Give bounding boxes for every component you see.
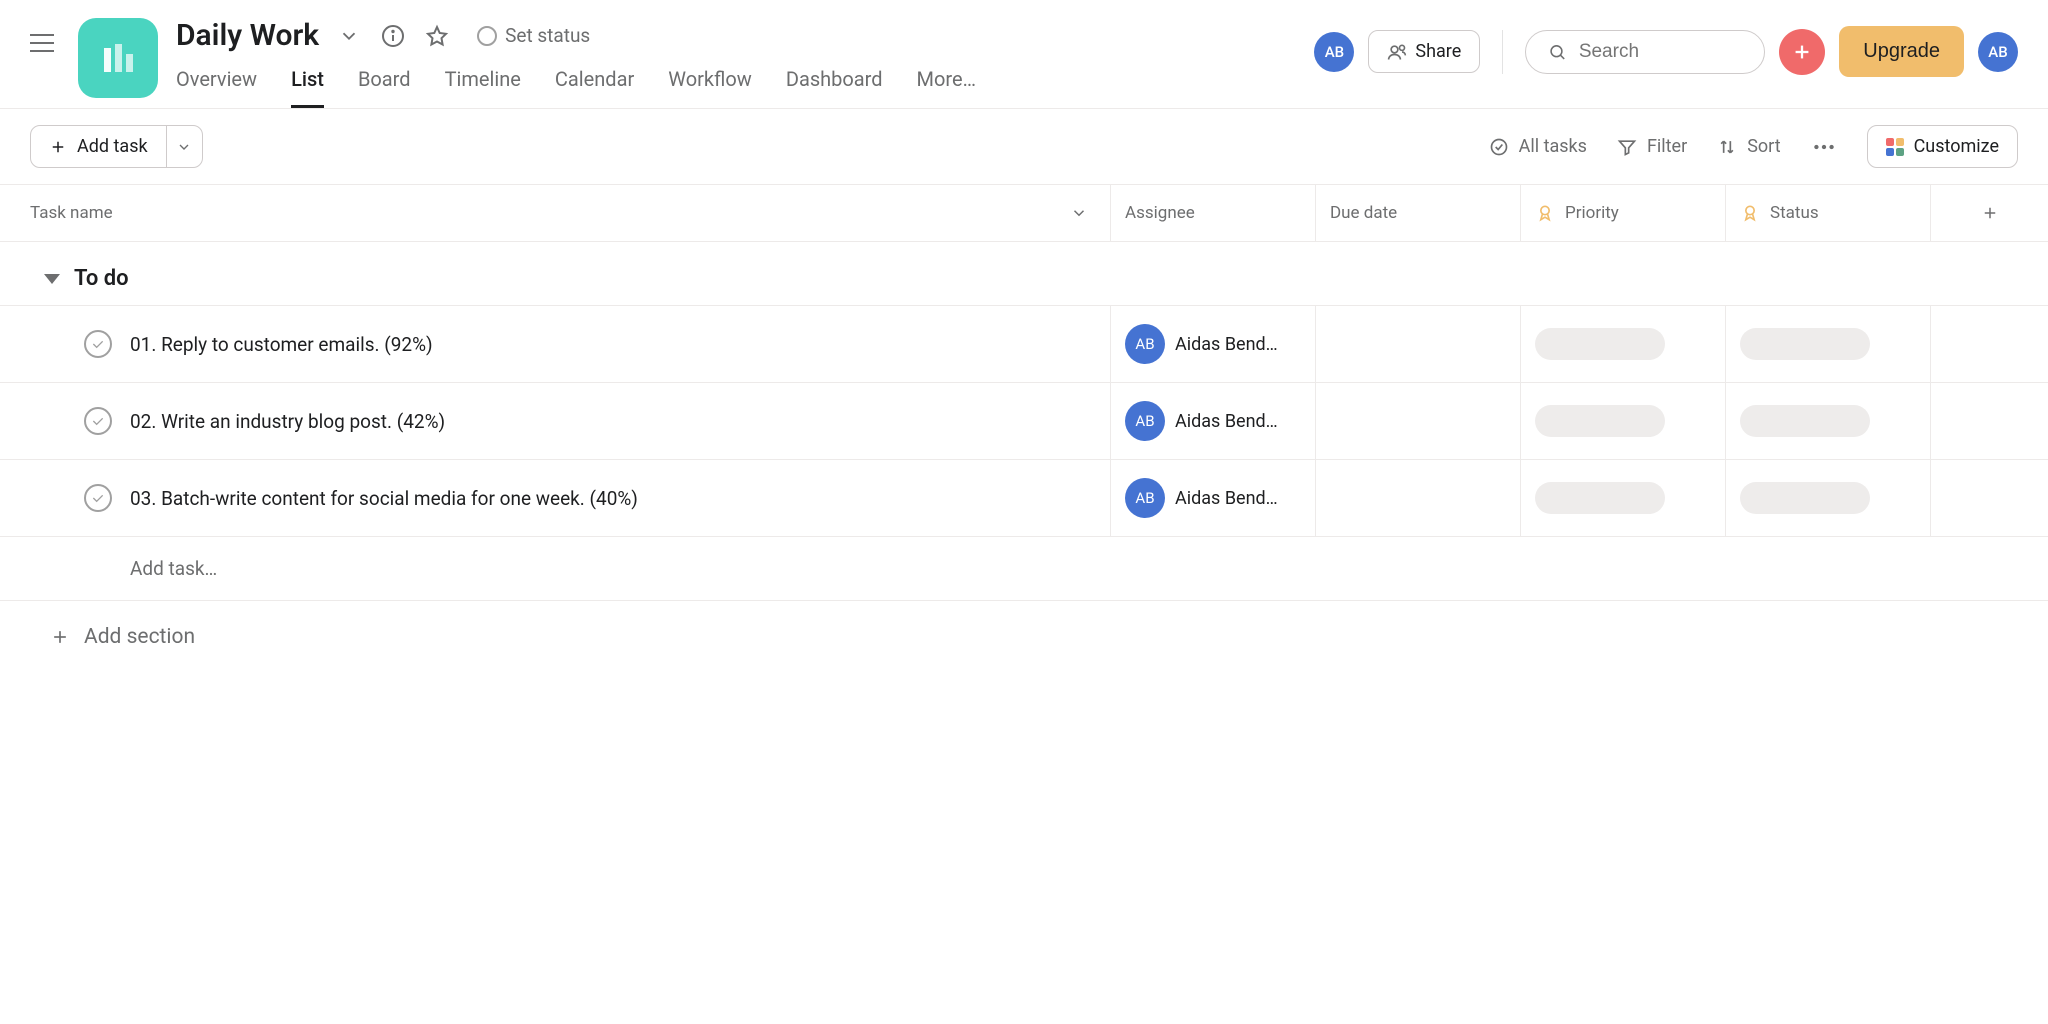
user-avatar[interactable]: AB	[1978, 32, 2018, 72]
table-row[interactable]: 02. Write an industry blog post. (42%) A…	[0, 382, 2048, 459]
column-priority[interactable]: Priority	[1520, 185, 1725, 241]
tab-workflow[interactable]: Workflow	[668, 67, 752, 108]
divider	[1502, 30, 1503, 74]
check-circle-icon	[1489, 137, 1509, 157]
set-status-label: Set status	[505, 24, 590, 47]
assignee-avatar: AB	[1125, 324, 1165, 364]
column-status[interactable]: Status	[1725, 185, 1930, 241]
chevron-down-icon	[1070, 204, 1088, 222]
add-task-caret[interactable]	[166, 126, 202, 167]
status-cell[interactable]	[1725, 460, 1930, 536]
status-pill	[1740, 482, 1870, 514]
add-column-button[interactable]	[1930, 185, 2048, 241]
dots-icon	[1811, 134, 1837, 160]
section-title[interactable]: To do	[74, 266, 129, 291]
priority-pill	[1535, 482, 1665, 514]
upgrade-button[interactable]: Upgrade	[1839, 26, 1964, 77]
priority-cell[interactable]	[1520, 460, 1725, 536]
plus-icon	[50, 627, 70, 647]
due-date-cell[interactable]	[1315, 306, 1520, 382]
tab-more[interactable]: More…	[917, 67, 976, 108]
status-pill	[1740, 328, 1870, 360]
all-tasks-filter[interactable]: All tasks	[1489, 136, 1587, 157]
info-icon[interactable]	[379, 22, 407, 50]
task-name: 01. Reply to customer emails. (92%)	[130, 333, 433, 356]
task-name: 02. Write an industry blog post. (42%)	[130, 410, 445, 433]
add-section-button[interactable]: Add section	[0, 601, 2048, 673]
complete-toggle[interactable]	[84, 484, 112, 512]
priority-pill	[1535, 405, 1665, 437]
all-tasks-label: All tasks	[1519, 136, 1587, 157]
member-avatar[interactable]: AB	[1314, 32, 1354, 72]
tab-dashboard[interactable]: Dashboard	[786, 67, 883, 108]
tab-calendar[interactable]: Calendar	[555, 67, 634, 108]
filter-label: Filter	[1647, 136, 1687, 157]
customize-icon	[1886, 138, 1904, 156]
add-task-button[interactable]: Add task	[30, 125, 203, 168]
global-add-button[interactable]	[1779, 29, 1825, 75]
share-label: Share	[1415, 41, 1461, 62]
complete-toggle[interactable]	[84, 407, 112, 435]
search-input[interactable]	[1579, 41, 1742, 63]
priority-pill	[1535, 328, 1665, 360]
assignee-avatar: AB	[1125, 401, 1165, 441]
add-task-inline[interactable]: Add task…	[0, 537, 2048, 601]
assignee-cell[interactable]: AB Aidas Bend…	[1110, 383, 1315, 459]
row-extra-cell	[1930, 306, 2048, 382]
tab-overview[interactable]: Overview	[176, 67, 257, 108]
assignee-name: Aidas Bend…	[1175, 411, 1278, 432]
medal-icon	[1535, 203, 1555, 223]
customize-button[interactable]: Customize	[1867, 125, 2018, 168]
add-task-label: Add task	[77, 136, 148, 157]
assignee-name: Aidas Bend…	[1175, 334, 1278, 355]
assignee-cell[interactable]: AB Aidas Bend…	[1110, 306, 1315, 382]
set-status-button[interactable]: Set status	[477, 24, 590, 47]
assignee-name: Aidas Bend…	[1175, 488, 1278, 509]
status-pill	[1740, 405, 1870, 437]
task-name: 03. Batch-write content for social media…	[130, 487, 638, 510]
row-extra-cell	[1930, 383, 2048, 459]
due-date-cell[interactable]	[1315, 383, 1520, 459]
assignee-cell[interactable]: AB Aidas Bend…	[1110, 460, 1315, 536]
priority-cell[interactable]	[1520, 306, 1725, 382]
project-icon	[78, 18, 158, 98]
column-assignee[interactable]: Assignee	[1110, 185, 1315, 241]
assignee-avatar: AB	[1125, 478, 1165, 518]
sort-icon	[1717, 137, 1737, 157]
project-menu-chevron[interactable]	[335, 22, 363, 50]
priority-cell[interactable]	[1520, 383, 1725, 459]
filter-button[interactable]: Filter	[1617, 136, 1687, 157]
add-section-label: Add section	[84, 625, 195, 649]
tab-board[interactable]: Board	[358, 67, 411, 108]
project-title: Daily Work	[176, 18, 319, 53]
tab-timeline[interactable]: Timeline	[445, 67, 521, 108]
search-icon	[1548, 41, 1567, 63]
filter-icon	[1617, 137, 1637, 157]
star-icon[interactable]	[423, 22, 451, 50]
medal-icon	[1740, 203, 1760, 223]
status-circle-icon	[477, 26, 497, 46]
share-button[interactable]: Share	[1368, 30, 1480, 73]
menu-toggle[interactable]	[30, 28, 60, 58]
column-task-name[interactable]: Task name	[0, 185, 1110, 241]
column-due-date[interactable]: Due date	[1315, 185, 1520, 241]
table-row[interactable]: 03. Batch-write content for social media…	[0, 459, 2048, 537]
sort-label: Sort	[1747, 136, 1780, 157]
search-field[interactable]	[1525, 30, 1765, 74]
status-cell[interactable]	[1725, 383, 1930, 459]
sort-button[interactable]: Sort	[1717, 136, 1780, 157]
section-collapse-toggle[interactable]	[44, 274, 60, 284]
complete-toggle[interactable]	[84, 330, 112, 358]
tab-list[interactable]: List	[291, 67, 324, 108]
more-actions-button[interactable]	[1811, 134, 1837, 160]
due-date-cell[interactable]	[1315, 460, 1520, 536]
customize-label: Customize	[1914, 136, 1999, 157]
row-extra-cell	[1930, 460, 2048, 536]
status-cell[interactable]	[1725, 306, 1930, 382]
plus-icon	[1981, 204, 1999, 222]
table-row[interactable]: 01. Reply to customer emails. (92%) AB A…	[0, 305, 2048, 382]
